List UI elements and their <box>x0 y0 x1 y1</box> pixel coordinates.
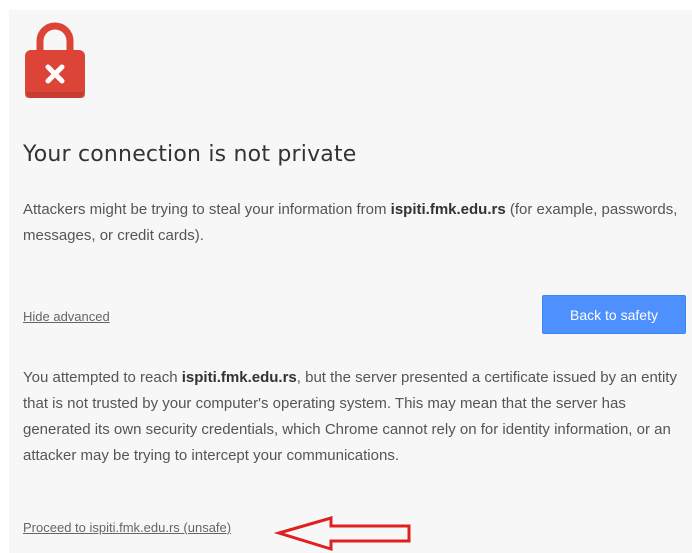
details-text-before: You attempted to reach <box>23 369 182 386</box>
details-domain: ispiti.fmk.edu.rs <box>181 369 297 386</box>
lock-shackle <box>36 22 74 53</box>
arrow-shape <box>273 516 411 552</box>
intro-text-before: Attackers might be trying to steal your … <box>23 201 391 218</box>
interstitial-page: Your connection is not private Attackers… <box>9 10 692 553</box>
intro-domain: ispiti.fmk.edu.rs <box>390 201 506 218</box>
lock-shadow <box>25 92 85 98</box>
proceed-unsafe-link[interactable]: Proceed to ispiti.fmk.edu.rs (unsafe) <box>23 520 231 535</box>
back-to-safety-button[interactable]: Back to safety <box>542 295 686 334</box>
lock-error-icon <box>25 22 85 98</box>
details-text: You attempted to reach ispiti.fmk.edu.rs… <box>23 365 688 469</box>
hide-advanced-link[interactable]: Hide advanced <box>23 309 110 324</box>
page-title: Your connection is not private <box>23 142 357 167</box>
intro-text: Attackers might be trying to steal your … <box>23 197 688 249</box>
red-arrow-annotation <box>273 516 411 552</box>
